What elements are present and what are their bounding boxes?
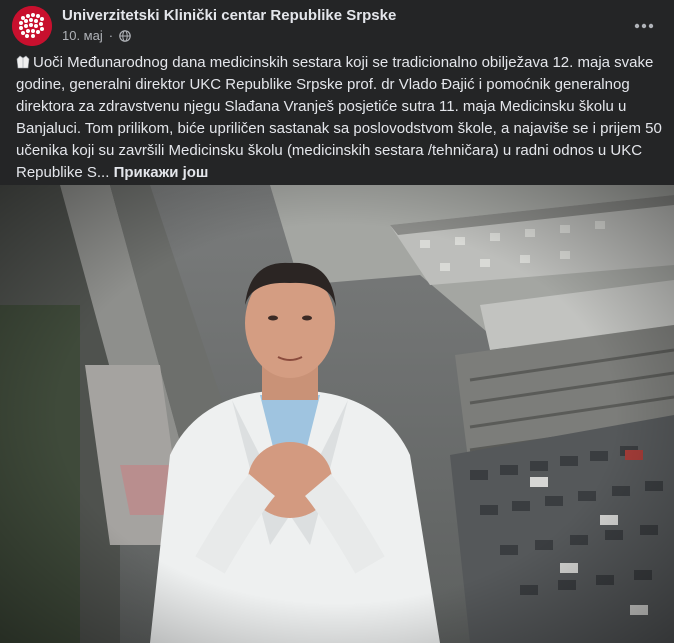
post-date-link[interactable]: 10. мај xyxy=(62,28,103,43)
post-meta: 10. мај · xyxy=(62,28,131,43)
more-options-button[interactable] xyxy=(626,8,662,44)
post-header: Univerzitetski Klinički centar Republike… xyxy=(0,0,674,50)
see-more-link[interactable]: Прикажи још xyxy=(114,164,209,181)
page-name-link[interactable]: Univerzitetski Klinički centar Republike… xyxy=(62,7,396,24)
post-photo[interactable] xyxy=(0,185,674,643)
page-avatar[interactable] xyxy=(12,6,52,46)
post-photo-image xyxy=(0,185,674,643)
facebook-post: Univerzitetski Klinički centar Republike… xyxy=(0,0,674,643)
meta-separator: · xyxy=(108,28,114,43)
lab-coat-icon xyxy=(16,55,30,69)
more-horizontal-icon xyxy=(634,23,654,29)
post-text: Uoči Međunarodnog dana medicinskih sesta… xyxy=(16,52,664,184)
post-text-content: Uoči Međunarodnog dana medicinskih sesta… xyxy=(16,54,662,181)
globe-icon xyxy=(119,29,131,42)
ukc-logo-icon xyxy=(12,6,52,46)
